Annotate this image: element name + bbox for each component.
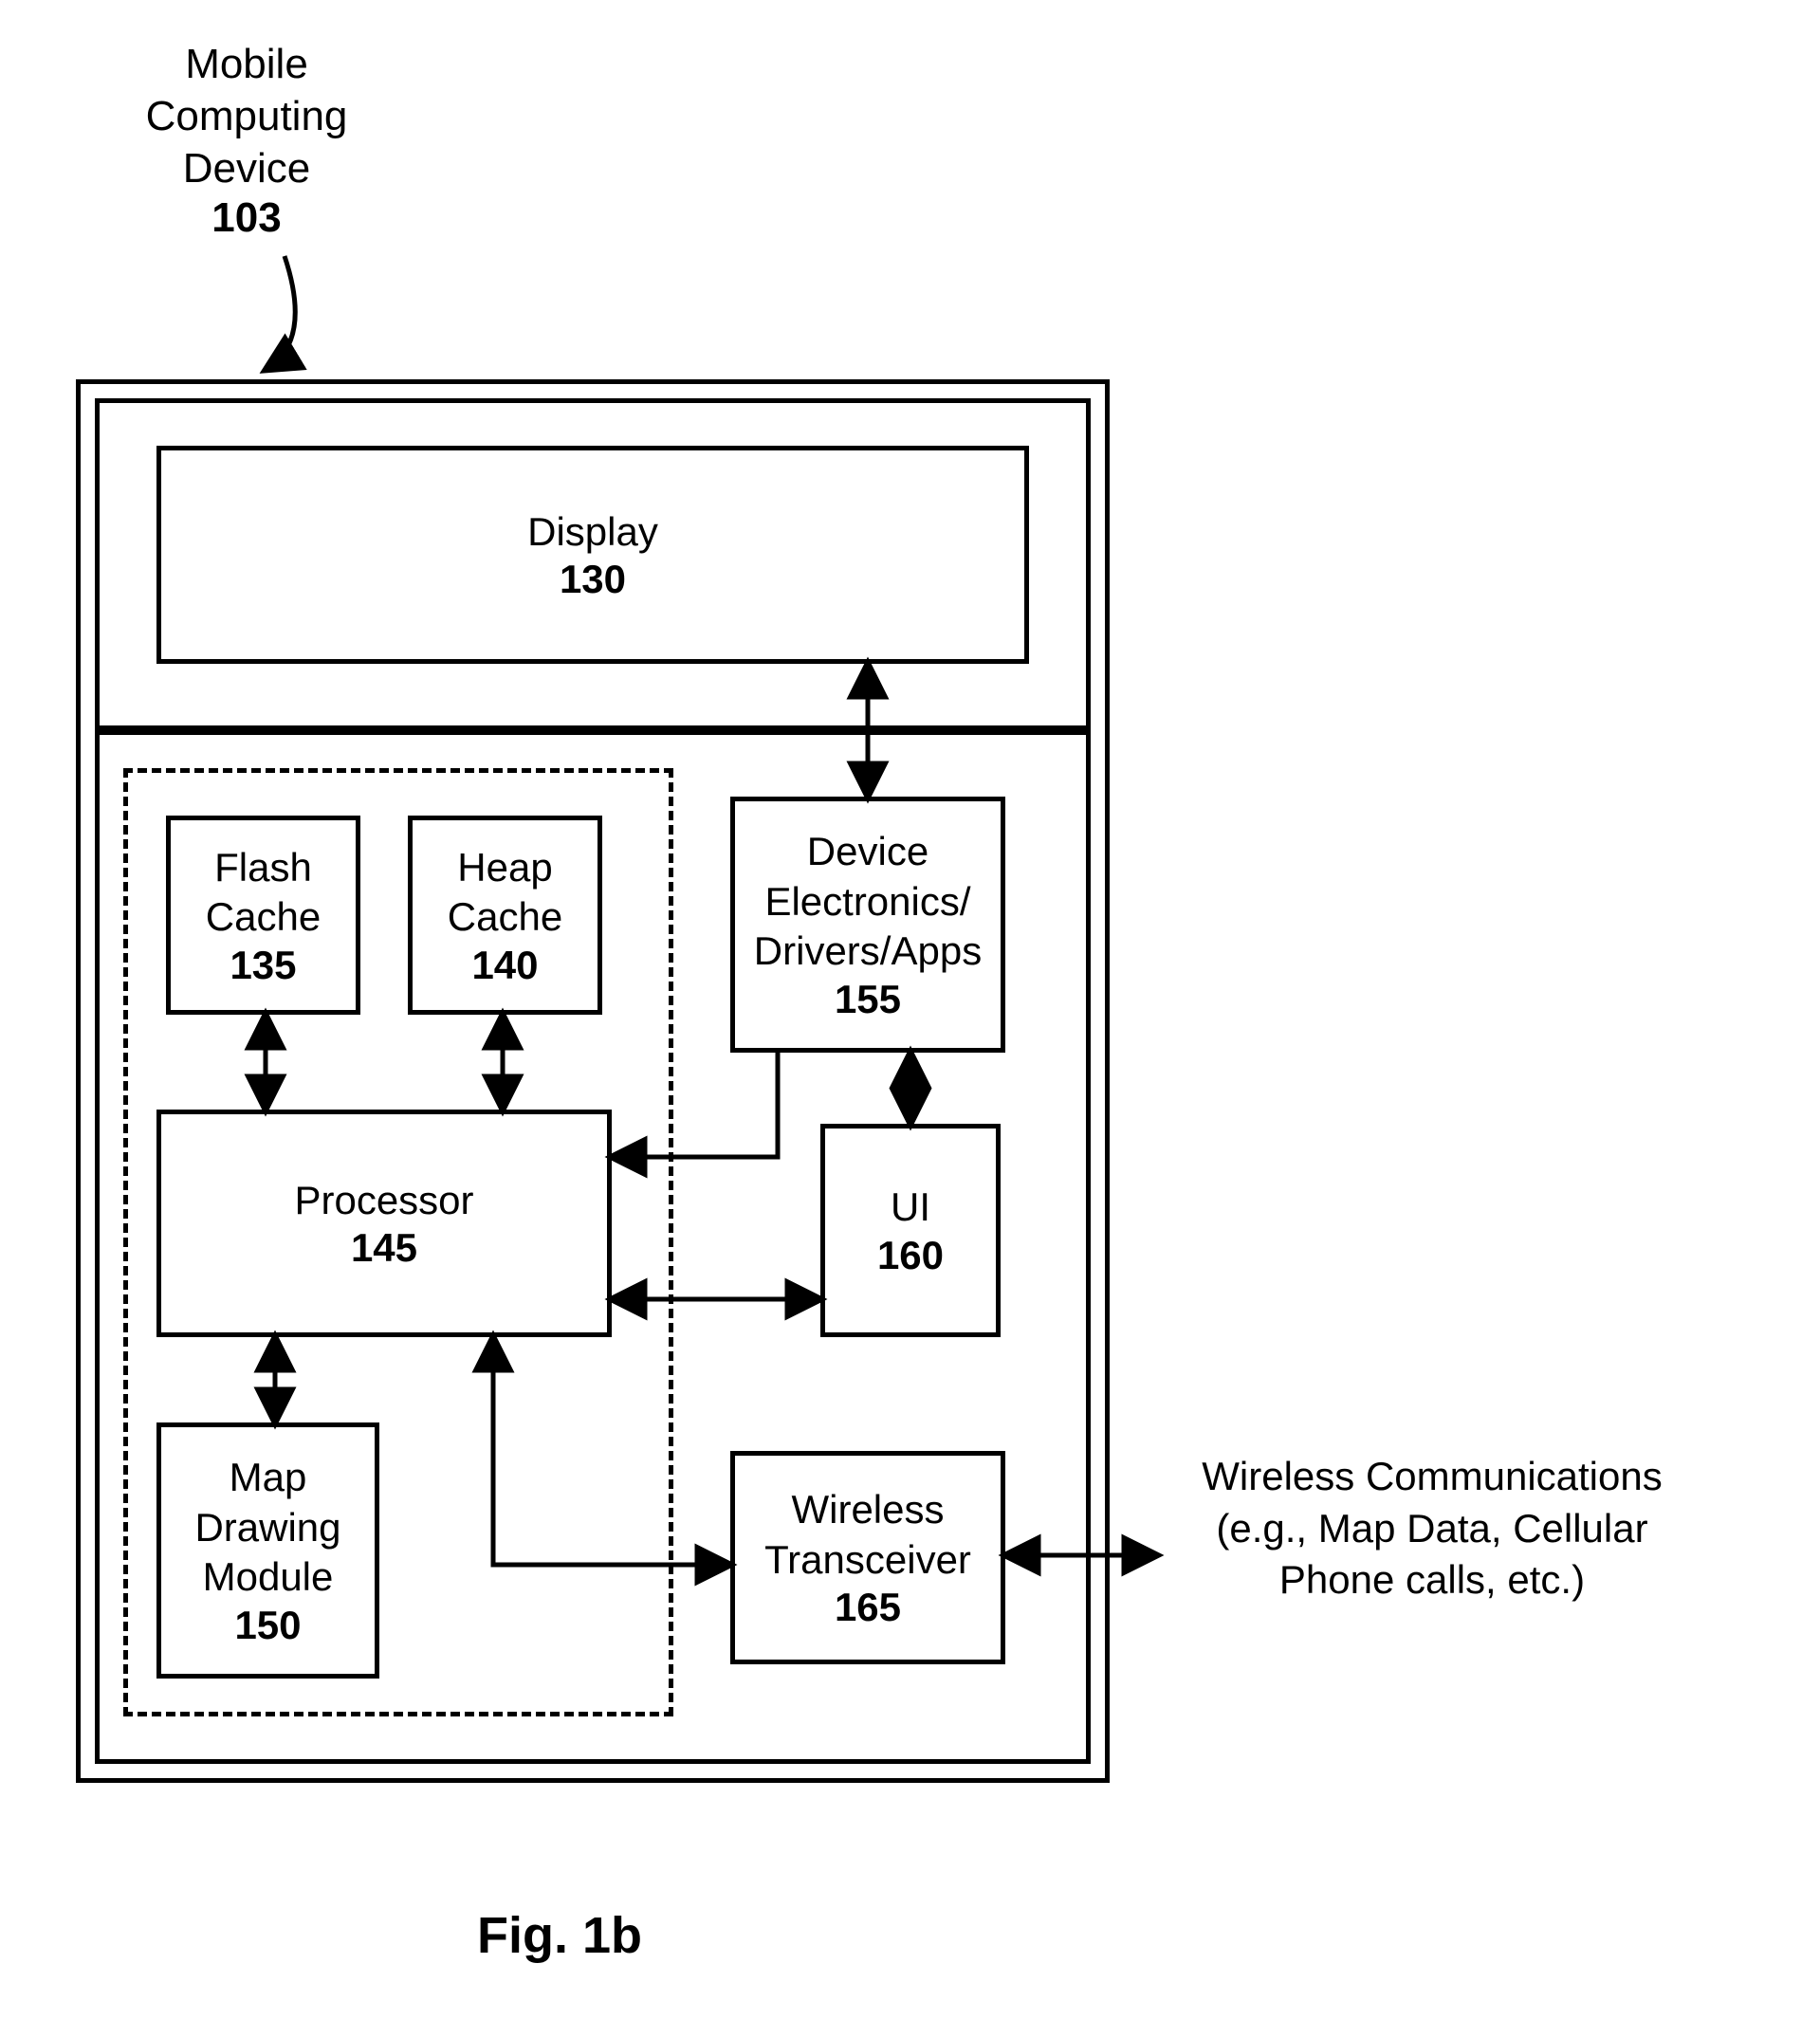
figure-label: Fig. 1b: [0, 1906, 1119, 1965]
display-ref: 130: [560, 557, 626, 602]
map-module-block: Map Drawing Module 150: [156, 1422, 379, 1679]
processor-label: Processor: [294, 1176, 473, 1226]
device-electronics-ref: 155: [835, 977, 901, 1022]
heap-cache-ref: 140: [471, 943, 538, 988]
wireless-transceiver-ref: 165: [835, 1585, 901, 1630]
wireless-comm-label: Wireless Communications (e.g., Map Data,…: [1167, 1451, 1698, 1606]
ui-ref: 160: [877, 1233, 944, 1278]
device-electronics-label: Device Electronics/ Drivers/Apps: [745, 827, 991, 977]
processor-ref: 145: [351, 1225, 417, 1271]
heap-cache-label: Heap Cache: [425, 843, 586, 943]
display-block: Display 130: [156, 446, 1029, 664]
wireless-transceiver-block: Wireless Transceiver 165: [730, 1451, 1005, 1664]
display-label: Display: [527, 507, 658, 558]
diagram-title-label: Mobile Computing Device: [123, 38, 370, 194]
device-electronics-block: Device Electronics/ Drivers/Apps 155: [730, 797, 1005, 1053]
map-module-label: Map Drawing Module: [174, 1453, 363, 1603]
ui-label: UI: [891, 1183, 930, 1233]
diagram-title-ref: 103: [123, 194, 370, 242]
diagram-canvas: Mobile Computing Device 103 Display 130 …: [0, 0, 1820, 2037]
flash-cache-label: Flash Cache: [183, 843, 344, 943]
flash-cache-block: Flash Cache 135: [166, 816, 360, 1015]
heap-cache-block: Heap Cache 140: [408, 816, 602, 1015]
ui-block: UI 160: [820, 1124, 1001, 1337]
diagram-title: Mobile Computing Device 103: [123, 38, 370, 242]
wireless-transceiver-label: Wireless Transceiver: [745, 1485, 991, 1585]
flash-cache-ref: 135: [230, 943, 296, 988]
processor-block: Processor 145: [156, 1110, 612, 1337]
map-module-ref: 150: [234, 1603, 301, 1648]
